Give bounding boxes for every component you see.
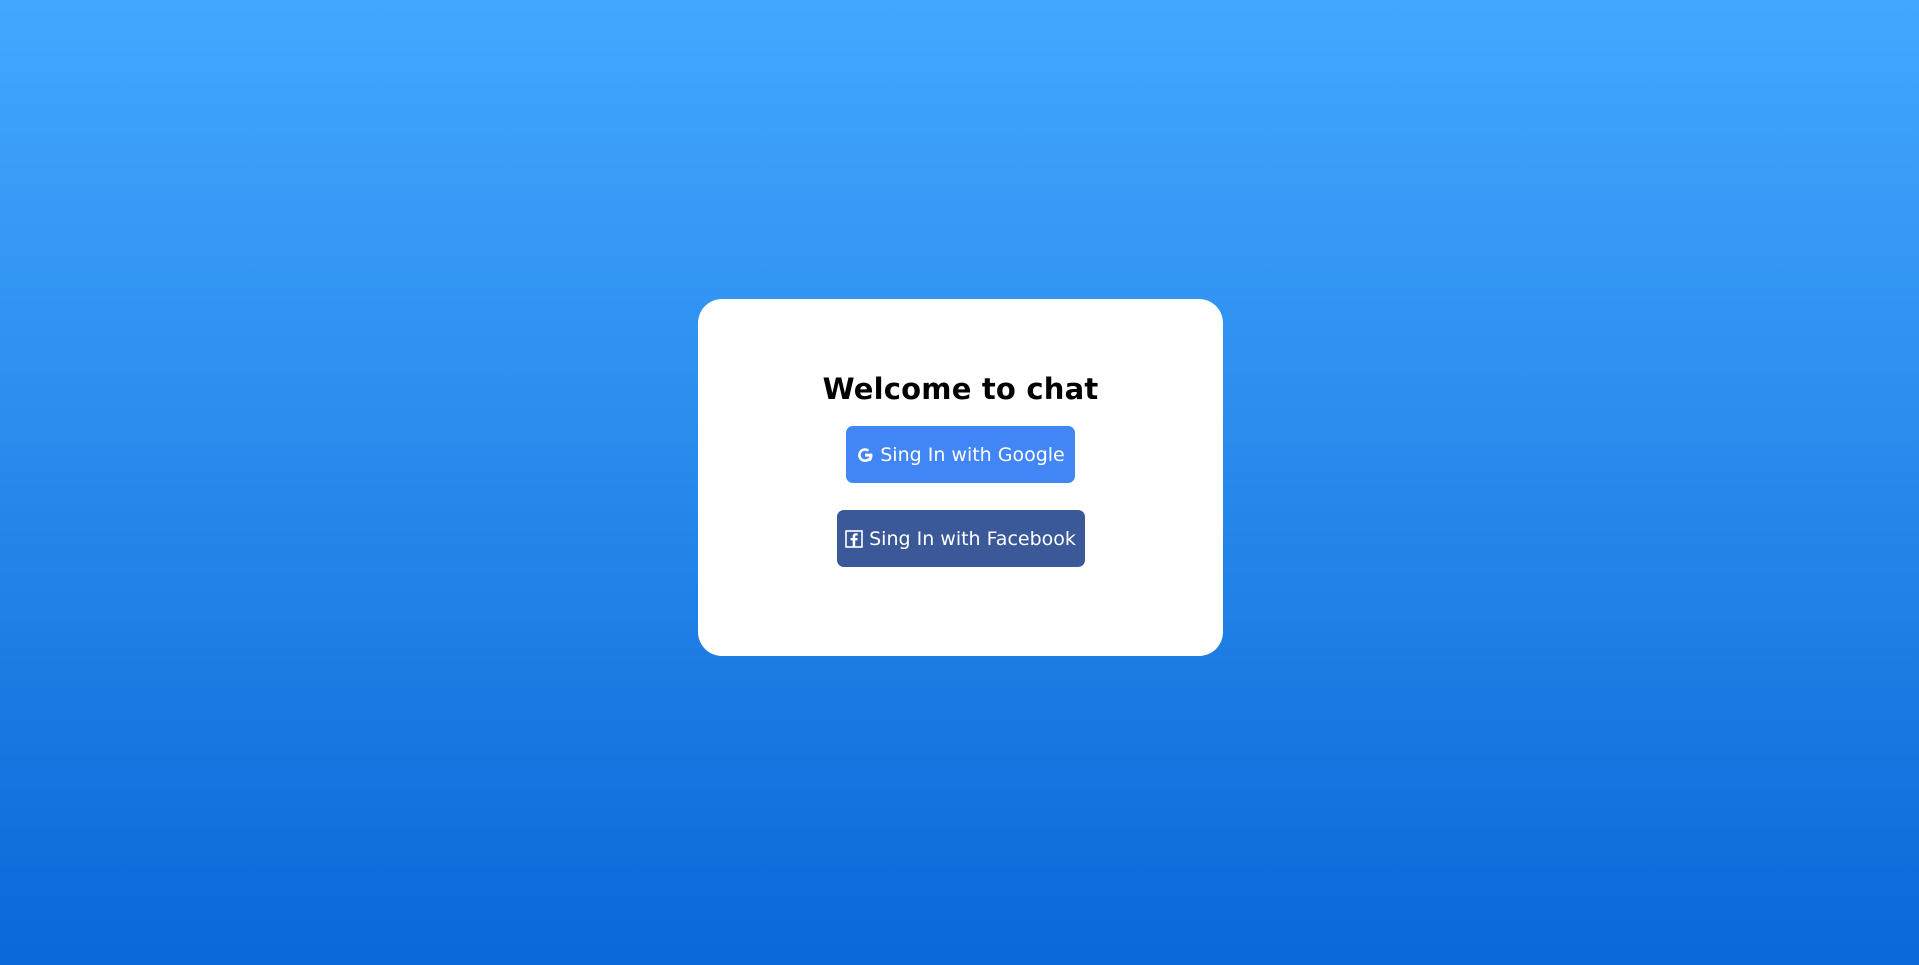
facebook-sign-in-label: Sing In with Facebook: [869, 527, 1076, 550]
login-card: Welcome to chat Sing In with Google Sing…: [698, 299, 1223, 656]
facebook-sign-in-button[interactable]: Sing In with Facebook: [836, 510, 1085, 567]
facebook-icon: [845, 529, 863, 549]
page-title: Welcome to chat: [822, 372, 1099, 406]
google-sign-in-label: Sing In with Google: [880, 443, 1065, 466]
google-sign-in-button[interactable]: Sing In with Google: [846, 426, 1075, 483]
google-icon: [856, 445, 874, 465]
